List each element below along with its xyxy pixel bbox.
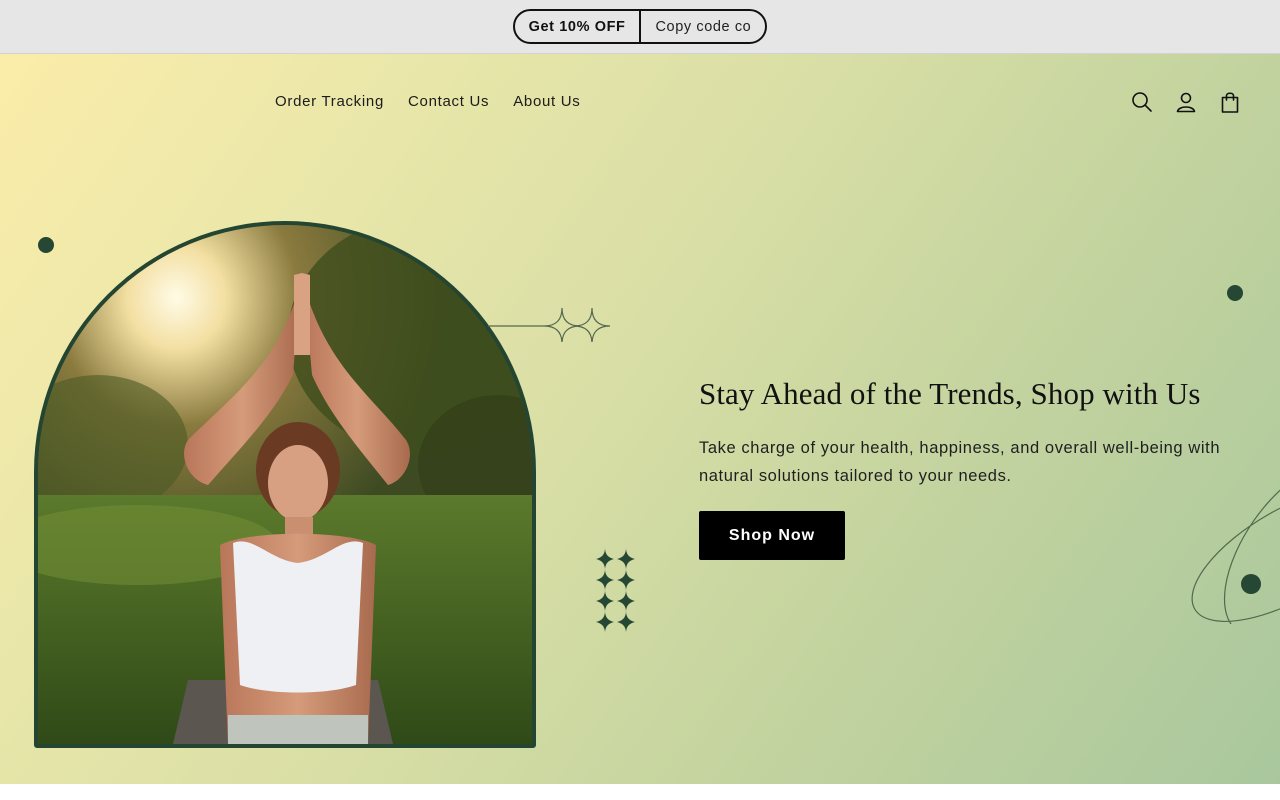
cart-icon[interactable] <box>1218 90 1242 114</box>
hero-section: Order Tracking Contact Us About Us Stay … <box>0 54 1280 784</box>
hero-title: Stay Ahead of the Trends, Shop with Us <box>699 376 1201 411</box>
star-grid-decoration <box>596 548 635 633</box>
hero-image <box>34 221 536 748</box>
announcement-bar: Get 10% OFF Copy code co <box>0 0 1280 54</box>
shop-now-button[interactable]: Shop Now <box>699 511 845 560</box>
offer-label: Get 10% OFF <box>515 11 642 42</box>
nav-item-contact-us[interactable]: Contact Us <box>408 93 489 110</box>
nav-item-about-us[interactable]: About Us <box>513 93 580 110</box>
coupon-pill: Get 10% OFF Copy code co <box>512 9 768 44</box>
account-icon[interactable] <box>1174 90 1198 114</box>
decorative-dot <box>38 237 54 253</box>
header-icons <box>1130 90 1242 114</box>
search-icon[interactable] <box>1130 90 1154 114</box>
main-nav: Order Tracking Contact Us About Us <box>275 93 581 110</box>
hero-subtitle: Take charge of your health, happiness, a… <box>699 439 1221 485</box>
nav-item-order-tracking[interactable]: Order Tracking <box>275 93 384 110</box>
copy-code-button[interactable]: Copy code co <box>641 11 765 42</box>
decorative-dot <box>1227 285 1243 301</box>
sparkle-line-decoration <box>488 307 611 342</box>
